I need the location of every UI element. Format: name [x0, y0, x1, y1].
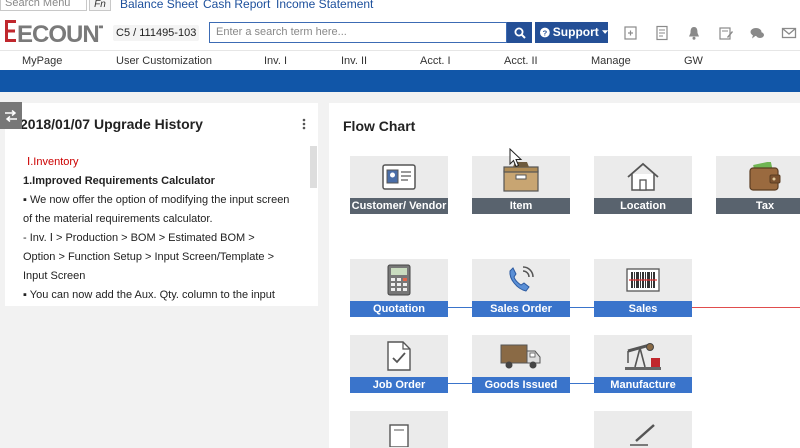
ecount-app: Search Menu Fn Balance Sheet Cash Report… — [0, 0, 800, 448]
more-options-icon[interactable] — [301, 116, 307, 132]
flow-chart-panel: Flow Chart Customer/ Vendor Item Locatio… — [329, 103, 800, 448]
help-icon: ? — [540, 27, 550, 38]
history-line: ▪ You can now add the Aux. Qty. column t… — [23, 289, 275, 301]
node-sales[interactable]: Sales — [594, 259, 692, 317]
node-partial[interactable] — [350, 411, 448, 448]
scrollbar-thumb[interactable] — [310, 146, 317, 188]
menu-mypage[interactable]: MyPage — [22, 54, 62, 68]
node-location[interactable]: Location — [594, 156, 692, 214]
checklist-icon — [387, 341, 411, 371]
menu-acct-1[interactable]: Acct. I — [420, 54, 451, 68]
document-icon[interactable] — [654, 25, 670, 41]
pen-icon — [630, 424, 655, 446]
mouse-cursor-icon — [509, 148, 523, 168]
node-label: Location — [594, 198, 692, 214]
search-button[interactable] — [507, 22, 532, 43]
flow-connector — [570, 383, 594, 384]
panel-toggle-button[interactable] — [0, 102, 22, 129]
quick-bar: Search Menu Fn Balance Sheet Cash Report… — [0, 0, 800, 12]
svg-text:?: ? — [543, 29, 548, 38]
upgrade-history-title: 2018/01/07 Upgrade History — [20, 116, 203, 132]
ecount-logo[interactable]: ECOUNT — [5, 19, 103, 45]
phone-icon — [509, 266, 534, 292]
flow-connector — [448, 307, 472, 308]
node-customer-vendor[interactable]: Customer/ Vendor — [350, 156, 448, 214]
flow-connector — [570, 307, 594, 308]
node-label: Item — [472, 198, 570, 214]
house-icon — [627, 162, 659, 191]
node-tax[interactable]: Tax — [716, 156, 800, 214]
node-label: Tax — [716, 198, 800, 214]
calculator-icon — [387, 264, 411, 296]
submenu-band — [0, 70, 800, 92]
support-button[interactable]: ? Support — [535, 22, 608, 43]
upgrade-history-content: Ⅰ.Inventory 1.Improved Requirements Calc… — [23, 153, 303, 305]
menu-gw[interactable]: GW — [684, 54, 703, 68]
menu-user-customization[interactable]: User Customization — [116, 54, 212, 68]
node-partial[interactable] — [594, 411, 692, 448]
main-menu: MyPage User Customization Inv. I Inv. II… — [0, 50, 800, 70]
section-heading: Ⅰ.Inventory — [27, 156, 79, 168]
new-window-icon[interactable] — [623, 25, 639, 41]
document-icon — [389, 424, 409, 447]
menu-manage[interactable]: Manage — [591, 54, 631, 68]
support-label: Support — [552, 25, 599, 39]
menu-search-input[interactable]: Search Menu — [0, 0, 87, 11]
node-label: Goods Issued — [472, 377, 570, 393]
upgrade-history-panel: 2018/01/07 Upgrade History Ⅰ.Inventory 1… — [5, 103, 318, 306]
node-quotation[interactable]: Quotation — [350, 259, 448, 317]
contact-card-icon — [382, 164, 416, 190]
logo-text: ECOUNT — [17, 21, 103, 45]
node-sales-order[interactable]: Sales Order — [472, 259, 570, 317]
node-job-order[interactable]: Job Order — [350, 335, 448, 393]
menu-inv-2[interactable]: Inv. II — [341, 54, 367, 68]
node-label: Manufacture — [594, 377, 692, 393]
node-label: Quotation — [350, 301, 448, 317]
chat-icon[interactable] — [749, 25, 765, 41]
node-label: Sales — [594, 301, 692, 317]
balance-sheet-link[interactable]: Balance Sheet — [120, 0, 198, 11]
wallet-icon — [749, 162, 781, 191]
income-statement-link[interactable]: Income Statement — [276, 0, 373, 11]
header: ECOUNT C5 / 111495-103 Enter a search te… — [0, 12, 800, 50]
company-code[interactable]: C5 / 111495-103 — [113, 25, 200, 41]
fn-button[interactable]: Fn — [89, 0, 111, 11]
history-line: - Inv. Ⅰ > Production > BOM > Estimated … — [23, 232, 255, 244]
history-line: ▪ We now offer the option of modifying t… — [23, 194, 290, 206]
menu-acct-2[interactable]: Acct. II — [504, 54, 538, 68]
node-label: Customer/ Vendor — [350, 198, 448, 214]
node-manufacture[interactable]: Manufacture — [594, 335, 692, 393]
node-goods-issued[interactable]: Goods Issued — [472, 335, 570, 393]
truck-icon — [500, 344, 541, 369]
search-icon — [514, 27, 526, 39]
oil-pump-icon — [625, 343, 661, 370]
node-label: Sales Order — [472, 301, 570, 317]
history-line: Option > Function Setup > Input Screen/T… — [23, 251, 275, 263]
bell-icon[interactable] — [686, 25, 702, 41]
subsection-heading: 1.Improved Requirements Calculator — [23, 175, 215, 187]
barcode-icon — [626, 268, 660, 292]
chevron-down-icon — [601, 30, 608, 34]
flow-chart-title: Flow Chart — [343, 118, 416, 134]
cash-report-link[interactable]: Cash Report — [203, 0, 270, 11]
global-search-input[interactable]: Enter a search term here... — [209, 22, 507, 43]
flow-connector — [448, 383, 472, 384]
node-label: Job Order — [350, 377, 448, 393]
sales-flow-connector — [692, 307, 800, 308]
swap-arrows-icon — [5, 109, 17, 122]
history-line: of the material requirements calculator. — [23, 213, 213, 225]
calendar-edit-icon[interactable] — [718, 25, 734, 41]
history-line: Input Screen — [23, 270, 86, 282]
menu-inv-1[interactable]: Inv. I — [264, 54, 287, 68]
mail-icon[interactable] — [781, 25, 797, 41]
